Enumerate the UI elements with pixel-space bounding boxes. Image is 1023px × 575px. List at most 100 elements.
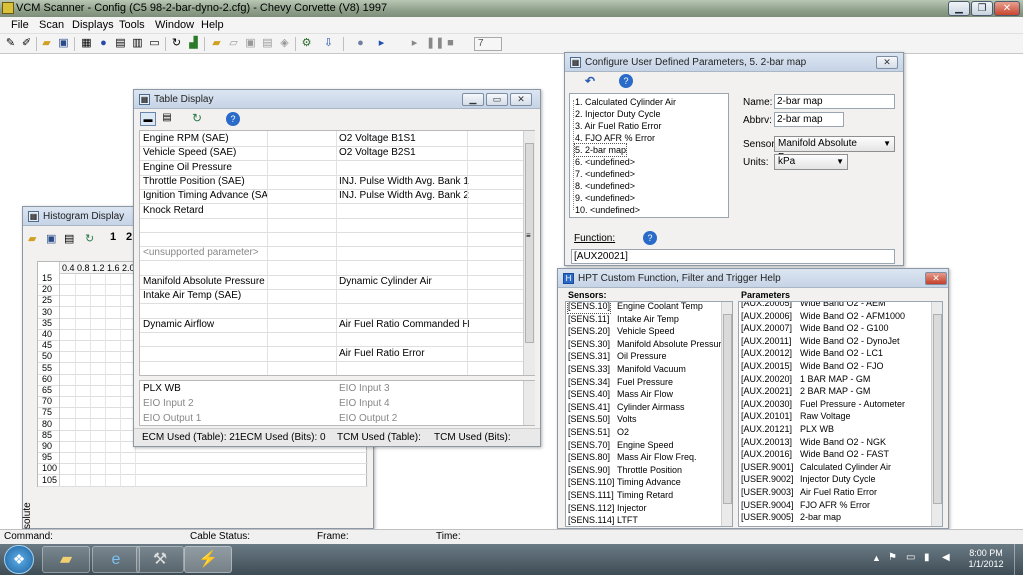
- sensors-scrollbar[interactable]: [721, 302, 732, 526]
- parameter-row[interactable]: [AUX.20006] Wide Band O2 - AFM1000: [739, 310, 931, 323]
- table-cell-right[interactable]: INJ. Pulse Width Avg. Bank 2: [339, 189, 469, 203]
- table-cell-left[interactable]: Vehicle Speed (SAE): [143, 146, 268, 160]
- parameter-row[interactable]: [USER.9001] Calculated Cylinder Air: [739, 461, 931, 474]
- table-cell-right[interactable]: O2 Voltage B2S1: [339, 146, 469, 160]
- tree-item[interactable]: 7. <undefined>: [575, 168, 635, 180]
- connect-icon[interactable]: ⚙: [300, 37, 313, 50]
- config-icon[interactable]: ▟: [187, 37, 200, 50]
- sensor-row[interactable]: [SENS.30] Manifold Absolute Pressure: [566, 338, 727, 351]
- ie-taskbar-icon[interactable]: e: [92, 546, 140, 573]
- step-icon[interactable]: ▸: [408, 37, 421, 50]
- table-lower-grid[interactable]: PLX WB EIO Input 3 EIO Input 2 EIO Input 4E…: [139, 380, 535, 426]
- parameter-row[interactable]: [AUX.20121] PLX WB: [739, 423, 931, 436]
- table-display-titlebar[interactable]: ▦ Table Display ▁ ▭ ✕: [134, 90, 540, 109]
- windows-start-icon[interactable]: ❖: [4, 545, 34, 574]
- parameters-list[interactable]: [AUX.20005] Wide Band O2 - AEM [AUX.20006]…: [738, 301, 943, 527]
- table-cell-right[interactable]: INJ. Pulse Width Avg. Bank 1: [339, 175, 469, 189]
- table-cell-left[interactable]: Dynamic Airflow: [143, 318, 268, 332]
- maximize-button[interactable]: ❐: [971, 1, 993, 16]
- scroll-thumb[interactable]: [723, 314, 732, 504]
- table-cell-left[interactable]: [143, 304, 268, 318]
- sensor-row[interactable]: [SENS.50] Volts: [566, 413, 721, 426]
- tree-item[interactable]: 4. FJO AFR % Error: [575, 132, 655, 144]
- system-clock[interactable]: 8:00 PM 1/1/2012: [962, 548, 1010, 570]
- layout-2-button[interactable]: 2: [126, 231, 132, 243]
- parameter-row[interactable]: [AUX.20101] Raw Voltage: [739, 410, 931, 423]
- table-cell-left[interactable]: PLX WB: [143, 382, 293, 396]
- open-folder-icon[interactable]: ▰: [40, 37, 53, 50]
- disk-icon[interactable]: ▣: [244, 37, 257, 50]
- layout-single-icon[interactable]: ▬: [140, 112, 156, 126]
- help-icon[interactable]: ?: [226, 112, 240, 126]
- tree-item[interactable]: 9. <undefined>: [575, 192, 635, 204]
- sensor-row[interactable]: [SENS.90] Throttle Position: [566, 464, 721, 477]
- print-icon[interactable]: ▤: [64, 232, 74, 245]
- table-cell-left[interactable]: Ignition Timing Advance (SAE): [143, 189, 268, 203]
- pause-icon[interactable]: ❚❚: [426, 37, 444, 50]
- parameter-row[interactable]: [USER.9003] Air Fuel Ratio Error: [739, 486, 931, 499]
- tree-item[interactable]: 1. Calculated Cylinder Air: [575, 96, 676, 108]
- explorer-taskbar-icon[interactable]: ▰: [42, 546, 90, 573]
- sensor-row[interactable]: [SENS.34] Fuel Pressure: [566, 376, 721, 389]
- tree-item[interactable]: 6. <undefined>: [575, 156, 635, 168]
- configure-titlebar[interactable]: ▦ Configure User Defined Parameters, 5. …: [565, 53, 903, 72]
- abbrv-input[interactable]: [774, 112, 844, 127]
- refresh-icon[interactable]: ↻: [170, 37, 183, 50]
- gauge-icon[interactable]: ●: [97, 37, 110, 50]
- sensor-row[interactable]: [SENS.80] Mass Air Flow Freq.: [566, 451, 721, 464]
- tree-item[interactable]: 8. <undefined>: [575, 180, 635, 192]
- sensor-row[interactable]: [SENS.40] Mass Air Flow: [566, 388, 721, 401]
- flag-icon[interactable]: ⚑: [888, 552, 897, 563]
- show-desktop-button[interactable]: [1014, 544, 1023, 575]
- parameter-row[interactable]: [USER.9004] FJO AFR % Error: [739, 499, 931, 512]
- help-icon[interactable]: ?: [619, 74, 633, 88]
- table-cell-right[interactable]: O2 Voltage B1S1: [339, 132, 469, 146]
- sensor-row[interactable]: [SENS.111] Timing Retard: [566, 489, 721, 502]
- print-icon[interactable]: ▤: [261, 37, 274, 50]
- sensor-row[interactable]: [SENS.114] LTFT: [566, 514, 721, 526]
- lower-scrollbar[interactable]: [523, 381, 535, 425]
- scroll-thumb[interactable]: [933, 314, 942, 504]
- table-upper-grid[interactable]: Engine RPM (SAE) O2 Voltage B1S1 Vehicle S…: [139, 130, 535, 376]
- wrench-taskbar-icon[interactable]: ⚒: [136, 546, 184, 573]
- table-cell-left[interactable]: EIO Input 2: [143, 397, 293, 411]
- parameter-row[interactable]: [AUX.20016] Wide Band O2 - FAST: [739, 448, 931, 461]
- table-cell-left[interactable]: [143, 261, 268, 275]
- table-cell-right[interactable]: [339, 304, 469, 318]
- table-minimize-button[interactable]: ▁: [462, 93, 484, 106]
- sensor-row[interactable]: [SENS.41] Cylinder Airmass: [566, 401, 721, 414]
- table-cell-left[interactable]: [143, 218, 268, 232]
- menu-scan[interactable]: Scan: [39, 19, 64, 31]
- close-button[interactable]: ✕: [994, 1, 1020, 16]
- parameter-row[interactable]: [AUX.20030] Fuel Pressure - Autometer: [739, 398, 931, 411]
- parameter-row[interactable]: [AUX.20007] Wide Band O2 - G100: [739, 322, 931, 335]
- minimize-button[interactable]: ▁: [948, 1, 970, 16]
- table-cell-left[interactable]: [143, 232, 268, 246]
- undo-icon[interactable]: ↶: [585, 74, 595, 88]
- layout-1-button[interactable]: 1: [110, 231, 116, 243]
- tray-chevron-icon[interactable]: ▲: [872, 553, 881, 563]
- table-maximize-button[interactable]: ▭: [486, 93, 508, 106]
- parameter-row[interactable]: [AUX.20021] 2 BAR MAP - GM: [739, 385, 931, 398]
- table-cell-left[interactable]: Knock Retard: [143, 204, 268, 218]
- sensor-row[interactable]: [SENS.10] Engine Coolant Temp: [566, 302, 721, 314]
- function-help-icon[interactable]: ?: [643, 231, 657, 245]
- parameter-row[interactable]: [AUX.20015] Wide Band O2 - FJO: [739, 360, 931, 373]
- tree-item[interactable]: 3. Air Fuel Ratio Error: [575, 120, 662, 132]
- table-cell-right[interactable]: EIO Input 3: [339, 382, 489, 396]
- table-cell-left[interactable]: Intake Air Temp (SAE): [143, 289, 268, 303]
- sensor-row[interactable]: [SENS.110] Timing Advance: [566, 476, 721, 489]
- table-cell-right[interactable]: Dynamic Cylinder Air: [339, 275, 469, 289]
- table-cell-right[interactable]: [339, 218, 469, 232]
- table-cell-right[interactable]: Air Fuel Ratio Commanded Hi Re: [339, 318, 469, 332]
- sensors-list[interactable]: [SENS.10] Engine Coolant Temp [SENS.11] Int…: [565, 301, 733, 527]
- refresh-icon[interactable]: ↻: [192, 111, 202, 125]
- parameter-row[interactable]: [AUX.20011] Wide Band O2 - DynoJet: [739, 335, 931, 348]
- parameter-tree[interactable]: 1. Calculated Cylinder Air 2. Injector Du…: [569, 93, 729, 218]
- table-cell-left[interactable]: Engine Oil Pressure: [143, 161, 268, 175]
- save-icon[interactable]: ▣: [46, 232, 56, 245]
- export-icon[interactable]: ◈: [278, 37, 291, 50]
- open-icon[interactable]: ▰: [28, 232, 36, 245]
- table-close-button[interactable]: ✕: [510, 93, 532, 106]
- table-cell-left[interactable]: [143, 347, 268, 361]
